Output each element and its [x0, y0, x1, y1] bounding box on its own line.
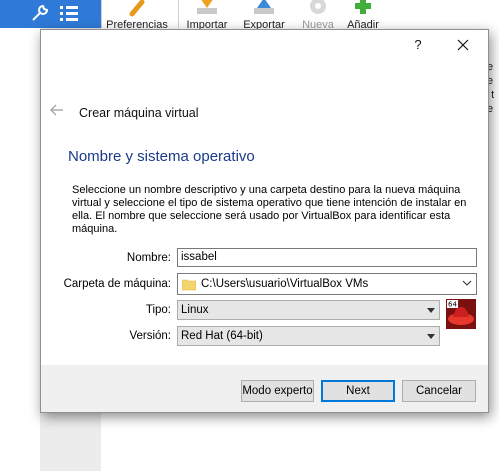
toolbar-separator: [178, 0, 179, 28]
type-value: Linux: [181, 304, 209, 316]
type-select[interactable]: Linux: [177, 300, 440, 320]
close-button[interactable]: [449, 34, 477, 56]
import-arrow-icon: [197, 0, 217, 14]
export-arrow-icon: [254, 0, 274, 14]
import-button[interactable]: Importar: [182, 0, 232, 31]
add-button[interactable]: Añadir: [342, 0, 384, 31]
preferences-button[interactable]: Preferencias: [104, 0, 170, 31]
back-arrow-icon[interactable]: [50, 104, 64, 116]
new-gear-icon: [310, 0, 326, 14]
main-toolbar: Preferencias Importar Exportar Nueva Aña…: [0, 0, 499, 31]
next-button[interactable]: Next: [321, 380, 395, 402]
cancel-button[interactable]: Cancelar: [402, 380, 476, 402]
wizard-title: Crear máquina virtual: [79, 106, 199, 120]
close-icon: [457, 39, 469, 51]
os-64bit-badge: 64: [448, 301, 457, 309]
version-label: Versión:: [129, 330, 171, 342]
export-button[interactable]: Exportar: [236, 0, 292, 31]
machine-list-strip: [0, 28, 40, 471]
dialog-body: Crear máquina virtual Nombre y sistema o…: [41, 60, 488, 365]
dropdown-arrow-icon: [427, 308, 435, 313]
expert-mode-button[interactable]: Modo experto: [241, 380, 314, 402]
dialog-footer: Modo experto Next Cancelar: [41, 365, 488, 412]
folder-combo[interactable]: C:\Users\usuario\VirtualBox VMs: [177, 273, 477, 295]
section-title: Nombre y sistema operativo: [68, 148, 255, 165]
add-plus-icon: [355, 0, 371, 14]
folder-label: Carpeta de máquina:: [63, 278, 171, 290]
machine-tools-button[interactable]: [0, 0, 101, 28]
version-select[interactable]: Red Hat (64-bit): [177, 326, 440, 346]
type-label: Tipo:: [145, 304, 171, 316]
dropdown-arrow-icon: [427, 334, 435, 339]
tools-icon: [32, 4, 49, 21]
version-value: Red Hat (64-bit): [181, 330, 263, 342]
dialog-titlebar: ?: [41, 30, 488, 60]
name-input[interactable]: issabel: [177, 248, 477, 267]
redhat-os-icon: 64: [446, 299, 476, 329]
name-label: Nombre:: [126, 252, 171, 264]
create-vm-dialog: ? Crear máquina virtual Nombre y sistema…: [40, 29, 489, 413]
list-view-icon: [60, 6, 78, 21]
folder-path: C:\Users\usuario\VirtualBox VMs: [201, 278, 369, 290]
folder-icon: [182, 279, 196, 291]
toolbar-separator: [101, 0, 102, 28]
new-button[interactable]: Nueva: [296, 0, 340, 31]
chevron-down-icon: [462, 280, 472, 286]
preferences-icon: [129, 0, 145, 17]
description-text: Seleccione un nombre descriptivo y una c…: [72, 184, 467, 235]
help-button[interactable]: ?: [406, 35, 430, 55]
